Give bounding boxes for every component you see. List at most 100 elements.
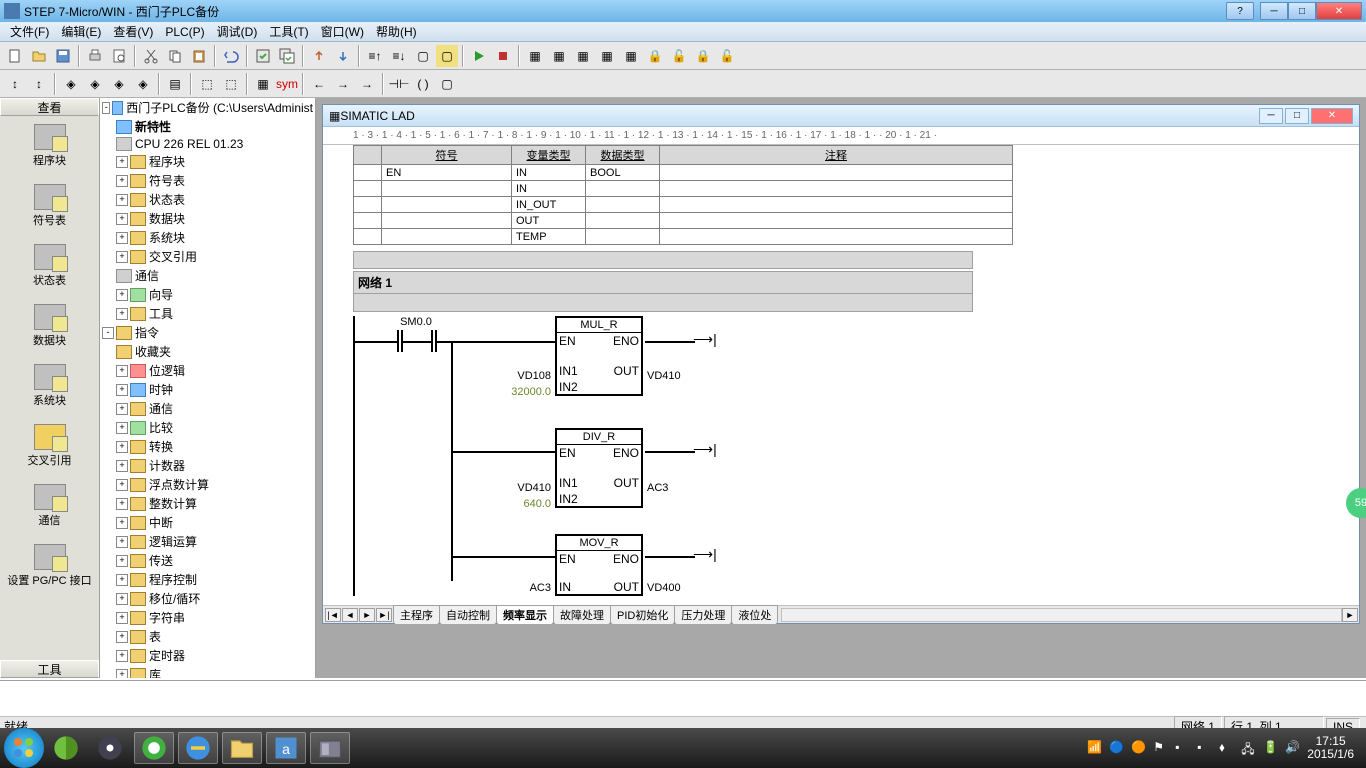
menu-tools[interactable]: 工具(T) [263,21,314,42]
cut-button[interactable] [140,45,162,67]
tree-clock[interactable]: +时钟 [100,380,315,399]
help-context-button[interactable]: ? [1226,2,1254,20]
tab-prev-button[interactable]: ◄ [342,608,358,622]
lad-max-button[interactable]: □ [1285,108,1309,124]
tray-icon4[interactable]: ▪ [1197,740,1213,756]
scroll-right-button[interactable]: ► [1342,608,1358,622]
wifi-icon[interactable]: 📶 [1087,740,1103,756]
tree-float[interactable]: +浮点数计算 [100,475,315,494]
unforce-button[interactable]: 🔓 [668,45,690,67]
tree-move[interactable]: +传送 [100,551,315,570]
ladder-content[interactable]: 网络 1 SM0.0 MUL_R [323,249,1359,605]
battery-icon[interactable]: 🔋 [1263,740,1279,756]
tree-int[interactable]: +整数计算 [100,494,315,513]
clear-bookmarks-button[interactable]: ◈ [132,73,154,95]
menu-file[interactable]: 文件(F) [4,21,55,42]
tree-fav[interactable]: 收藏夹 [100,342,315,361]
program-status-button[interactable]: ▦ [524,45,546,67]
read-forced-button[interactable]: 🔓 [716,45,738,67]
bluetooth-icon[interactable]: ⬧ [1219,740,1235,756]
tree-table[interactable]: +表 [100,627,315,646]
lad-close-button[interactable]: ✕ [1311,108,1353,124]
new-button[interactable] [4,45,26,67]
minimize-button[interactable]: ─ [1260,2,1288,20]
tree-bitlogic[interactable]: +位逻辑 [100,361,315,380]
nav-comm[interactable]: 通信 [0,476,99,536]
print-preview-button[interactable] [108,45,130,67]
ref-button[interactable]: ⬚ [196,73,218,95]
tab-pressure[interactable]: 压力处理 [674,605,732,624]
tree-timer[interactable]: +定时器 [100,646,315,665]
tray-icon3[interactable]: ▪ [1175,740,1191,756]
menu-edit[interactable]: 编辑(E) [55,21,107,42]
prev-bookmark-button[interactable]: ◈ [108,73,130,95]
delete-network-button[interactable]: ≡↓ [388,45,410,67]
tree-shift[interactable]: +移位/循环 [100,589,315,608]
tree-new[interactable]: 新特性 [100,117,315,136]
tab-level[interactable]: 液位处 [731,605,778,624]
tree-comm2[interactable]: +通信 [100,399,315,418]
tab-next-button[interactable]: ► [359,608,375,622]
tree-convert[interactable]: +转换 [100,437,315,456]
next-bookmark-button[interactable]: ◈ [84,73,106,95]
sort-asc-button[interactable]: ↕ [4,73,26,95]
start-button[interactable] [4,728,44,768]
nav-cross-ref[interactable]: 交叉引用 [0,416,99,476]
task-360[interactable] [134,732,174,764]
compile-all-button[interactable] [276,45,298,67]
toggle-poe-button[interactable]: ▢ [412,45,434,67]
menu-view[interactable]: 查看(V) [107,21,159,42]
sym-table-button[interactable]: sym [276,73,298,95]
network-comment[interactable] [353,294,973,312]
block-div-r[interactable]: DIV_R ENENO IN1OUT IN2 [555,428,643,508]
tree-sym[interactable]: +符号表 [100,171,315,190]
task-explorer[interactable] [222,732,262,764]
tree-progctrl[interactable]: +程序控制 [100,570,315,589]
nav-system-block[interactable]: 系统块 [0,356,99,416]
tree-compare[interactable]: +比较 [100,418,315,437]
tree-sys[interactable]: +系统块 [100,228,315,247]
tab-auto[interactable]: 自动控制 [439,605,497,624]
tree-logic[interactable]: +逻辑运算 [100,532,315,551]
tab-main[interactable]: 主程序 [393,605,440,624]
clock[interactable]: 17:15 2015/1/6 [1307,735,1354,761]
tab-fault[interactable]: 故障处理 [553,605,611,624]
line-up-button[interactable]: → [356,73,378,95]
tab-freq[interactable]: 频率显示 [496,605,554,624]
tab-pid[interactable]: PID初始化 [610,605,675,624]
undo-button[interactable] [220,45,242,67]
nav-pgpc[interactable]: 设置 PG/PC 接口 [0,536,99,596]
tray-icon2[interactable]: 🟠 [1131,740,1147,756]
line-right-button[interactable]: → [332,73,354,95]
stop-button[interactable] [492,45,514,67]
task-app2[interactable]: a [266,732,306,764]
tree-lib[interactable]: +库 [100,665,315,678]
toggle-bookmark-button[interactable]: ◈ [60,73,82,95]
sort-desc-button[interactable]: ↕ [28,73,50,95]
network-toggle-button[interactable]: ▤ [164,73,186,95]
nav-status-table[interactable]: 状态表 [0,236,99,296]
open-button[interactable] [28,45,50,67]
tree-counter[interactable]: +计数器 [100,456,315,475]
maximize-button[interactable]: □ [1288,2,1316,20]
tray-icon[interactable]: 🔵 [1109,740,1125,756]
block-mov-r[interactable]: MOV_R ENENO INOUT [555,534,643,596]
insert-network-button[interactable]: ≡↑ [364,45,386,67]
tree-wizard[interactable]: +向导 [100,285,315,304]
tree-string[interactable]: +字符串 [100,608,315,627]
block-mul-r[interactable]: MUL_R ENENO IN1OUT IN2 [555,316,643,396]
volume-icon[interactable]: 🔊 [1285,740,1301,756]
menu-plc[interactable]: PLC(P) [159,23,210,41]
print-button[interactable] [84,45,106,67]
task-step7[interactable] [310,732,350,764]
coil-button[interactable]: ( ) [412,73,434,95]
nav-program-block[interactable]: 程序块 [0,116,99,176]
unforce-all-button[interactable]: 🔒 [692,45,714,67]
pause-status-button[interactable]: ▦ [548,45,570,67]
task-app1[interactable] [46,732,86,764]
task-ie[interactable] [178,732,218,764]
nav-symbol-table[interactable]: 符号表 [0,176,99,236]
flag-icon[interactable]: ⚑ [1153,740,1169,756]
tree-status[interactable]: +状态表 [100,190,315,209]
menu-help[interactable]: 帮助(H) [370,21,423,42]
